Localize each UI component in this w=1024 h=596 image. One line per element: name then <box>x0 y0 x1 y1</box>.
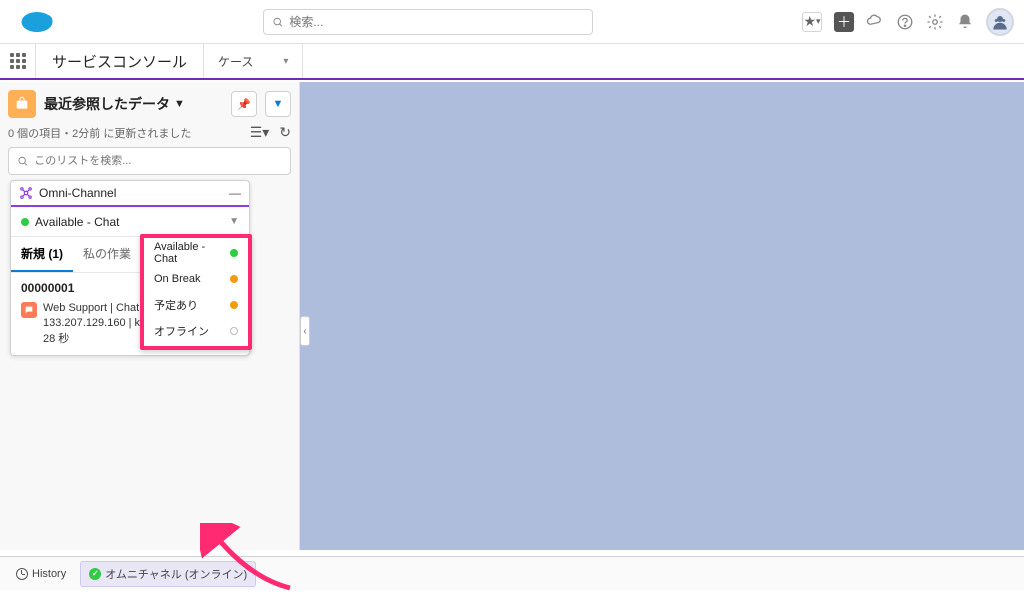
utility-item-label: History <box>32 568 66 580</box>
refresh-button[interactable]: ↻ <box>279 124 291 141</box>
omni-status-selector[interactable]: Available - Chat ▼ <box>11 207 249 237</box>
omni-channel-icon <box>19 186 33 200</box>
omni-tab-new-label: 新規 <box>21 247 45 261</box>
app-launcher-button[interactable] <box>0 44 36 78</box>
search-icon <box>272 16 283 28</box>
omni-current-status: Available - Chat <box>35 215 120 229</box>
status-option-offline[interactable]: オフライン <box>146 318 246 344</box>
annotation-arrow <box>200 523 300 596</box>
global-search[interactable] <box>263 9 593 35</box>
pin-list-button[interactable]: 📌 <box>231 91 257 117</box>
utility-bar: History ✓ オムニチャネル (オンライン) <box>0 556 1024 590</box>
omni-minimize-button[interactable]: — <box>229 186 241 200</box>
chevron-down-icon: ▼ <box>229 216 239 227</box>
salesforce-logo <box>20 10 54 34</box>
chevron-down-icon: ▼ <box>174 98 185 110</box>
omni-tab-new[interactable]: 新規 (1) <box>11 237 73 272</box>
split-view-handle[interactable]: ‹ <box>300 316 310 346</box>
chat-icon <box>21 302 37 318</box>
salescloud-icon[interactable] <box>866 13 884 31</box>
nav-tab-label: ケース <box>218 53 253 70</box>
sidebar-search[interactable] <box>8 147 291 175</box>
status-dot-icon <box>230 249 238 257</box>
status-option-available-chat[interactable]: Available - Chat <box>146 240 246 266</box>
case-details: Web Support | Chat 133.207.129.160 | ke … <box>43 301 146 347</box>
status-dot-icon <box>21 218 29 226</box>
display-as-button[interactable]: ☰▾ <box>250 124 270 141</box>
case-object-icon <box>8 90 36 118</box>
sidebar-search-input[interactable] <box>34 155 282 167</box>
global-search-input[interactable] <box>289 15 584 29</box>
favorites-button[interactable]: ★▾ <box>802 12 822 32</box>
list-view-title[interactable]: 最近参照したデータ ▼ <box>44 94 223 114</box>
search-icon <box>17 155 28 167</box>
status-option-label: 予定あり <box>154 297 198 313</box>
omni-tab-mywork[interactable]: 私の作業 <box>73 237 141 272</box>
check-circle-icon: ✓ <box>89 568 101 580</box>
list-sub-row: 0 個の項目・2分前 に更新されました ☰▾ ↻ <box>8 124 291 141</box>
list-sub-text: 0 個の項目・2分前 に更新されました <box>8 125 191 141</box>
chevron-left-icon: ‹ <box>303 326 306 337</box>
waffle-icon <box>10 53 26 69</box>
status-option-label: Available - Chat <box>154 241 230 265</box>
list-controls-button[interactable]: ▼ <box>265 91 291 117</box>
case-line-3: 28 秒 <box>43 332 146 347</box>
list-header: 最近参照したデータ ▼ 📌 ▼ <box>8 90 291 118</box>
app-name: サービスコンソール <box>36 44 204 78</box>
status-option-label: On Break <box>154 273 200 285</box>
global-search-wrap <box>54 9 802 35</box>
status-option-on-break[interactable]: On Break <box>146 266 246 292</box>
help-icon[interactable] <box>896 13 914 31</box>
omni-status-dropdown: Available - Chat On Break 予定あり オフライン <box>140 234 252 350</box>
header-actions: ★▾ ＋ <box>802 8 1014 36</box>
global-add-button[interactable]: ＋ <box>834 12 854 32</box>
omni-tab-new-count: (1) <box>48 247 63 261</box>
main-canvas <box>300 82 1024 550</box>
status-dot-icon <box>230 275 238 283</box>
nav-bar: サービスコンソール ケース ▾ <box>0 44 1024 80</box>
notifications-bell-icon[interactable] <box>956 13 974 31</box>
status-option-label: オフライン <box>154 323 209 339</box>
case-line-1: Web Support | Chat <box>43 301 146 316</box>
status-dot-icon <box>230 327 238 335</box>
status-dot-icon <box>230 301 238 309</box>
clock-icon <box>16 568 28 580</box>
case-line-2: 133.207.129.160 | ke <box>43 316 146 331</box>
utility-item-history[interactable]: History <box>8 564 74 584</box>
status-option-scheduled[interactable]: 予定あり <box>146 292 246 318</box>
chevron-down-icon: ▾ <box>283 56 288 67</box>
user-avatar[interactable] <box>986 8 1014 36</box>
nav-tab-cases[interactable]: ケース ▾ <box>204 44 303 78</box>
global-header: ★▾ ＋ <box>0 0 1024 44</box>
list-view-title-text: 最近参照したデータ <box>44 94 170 114</box>
omni-panel-header: Omni-Channel — <box>11 181 249 207</box>
omni-panel-title: Omni-Channel <box>39 186 116 200</box>
setup-gear-icon[interactable] <box>926 13 944 31</box>
